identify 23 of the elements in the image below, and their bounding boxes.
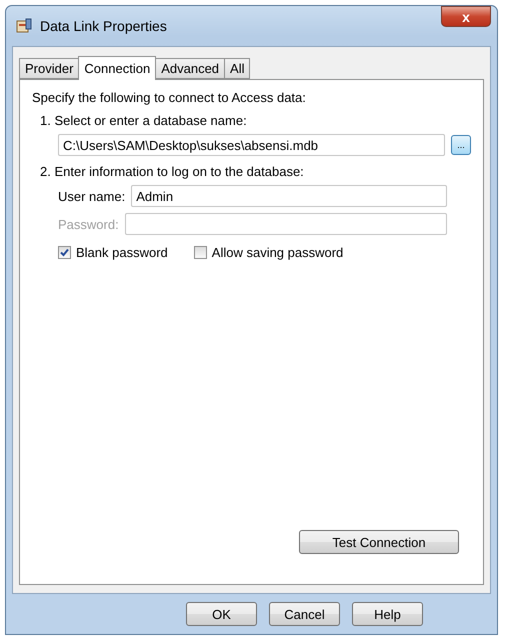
checkbox-label: Blank password — [76, 245, 168, 260]
close-button[interactable]: x — [441, 6, 491, 27]
dialog-button[interactable]: Help — [352, 602, 423, 626]
step-label: 1. Select or enter a database name: — [40, 113, 247, 128]
checkbox-label: Allow saving password — [212, 245, 344, 260]
browse-button[interactable]: ... — [451, 135, 471, 155]
checkbox[interactable] — [194, 246, 207, 259]
tab[interactable]: All — [224, 58, 250, 79]
database-name-field[interactable]: C:\Users\SAM\Desktop\sukses\absensi.mdb — [58, 134, 445, 156]
dialog-button[interactable]: OK — [186, 602, 257, 626]
window-title: Data Link Properties — [40, 18, 167, 34]
dialog-button[interactable]: Cancel — [269, 602, 340, 626]
tab[interactable]: Connection — [78, 56, 156, 80]
field-label: Password: — [58, 216, 119, 232]
test-connection-button[interactable]: Test Connection — [299, 530, 459, 554]
tab[interactable]: Provider — [19, 58, 80, 79]
intro-text: Specify the following to connect to Access data: — [32, 90, 307, 105]
tab[interactable]: Advanced — [155, 58, 226, 79]
step-label: 2. Enter information to log on to the database: — [40, 164, 304, 179]
database-icon — [16, 18, 32, 34]
input-field[interactable]: Admin — [131, 185, 447, 207]
checkbox[interactable] — [58, 246, 71, 259]
field-label: User name: — [58, 188, 126, 204]
